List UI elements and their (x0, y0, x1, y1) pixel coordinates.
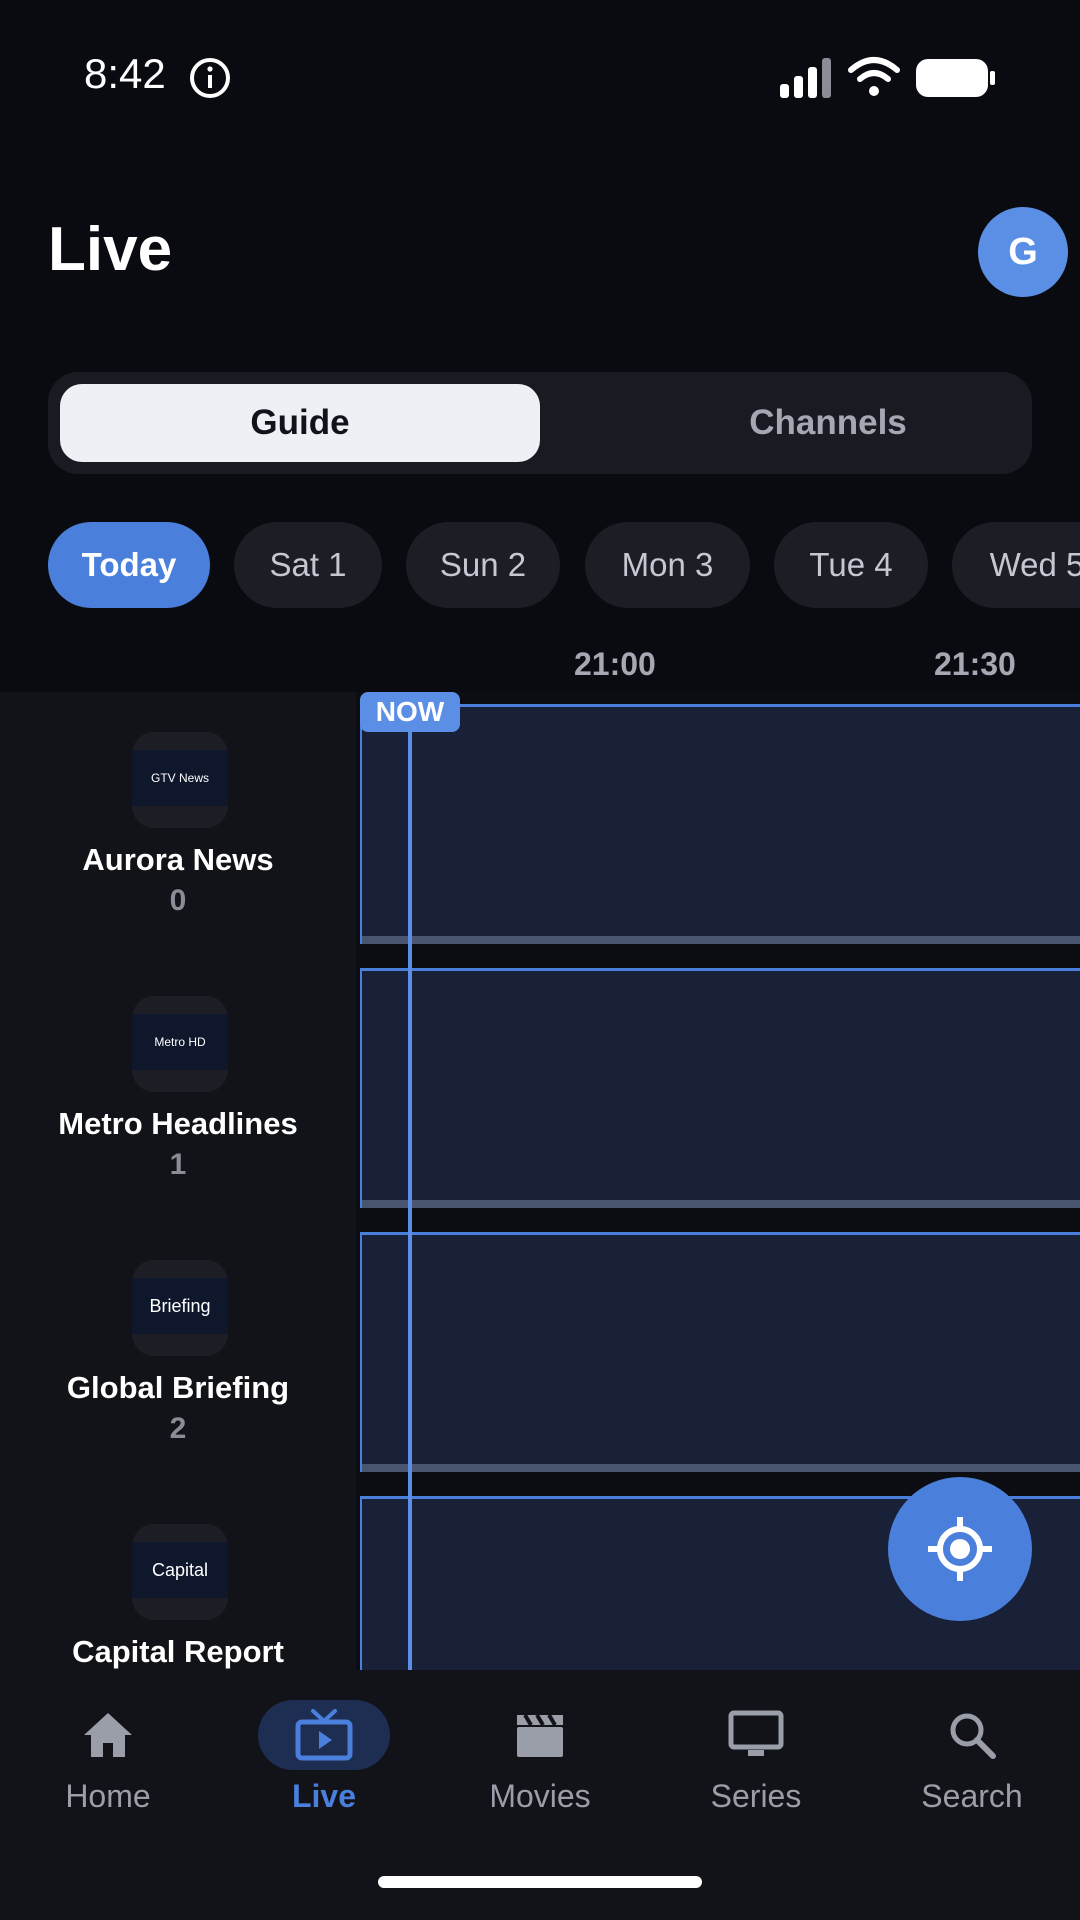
search-icon (950, 1713, 996, 1759)
home-indicator[interactable] (378, 1876, 702, 1888)
nav-search[interactable]: Search (872, 1670, 1072, 1814)
date-chip-mon[interactable]: Mon 3 (585, 522, 750, 608)
channel-name: Aurora News (82, 842, 274, 877)
info-icon (190, 58, 230, 98)
date-chip-sun[interactable]: Sun 2 (406, 522, 560, 608)
program-block[interactable] (360, 704, 1080, 944)
locate-now-icon (928, 1517, 992, 1581)
channel-logo: Capital (132, 1524, 228, 1620)
time-label-2130: 21:30 (934, 646, 1016, 682)
jump-to-now-button[interactable] (888, 1477, 1032, 1621)
program-block[interactable] (360, 1232, 1080, 1472)
now-badge: NOW (360, 692, 460, 732)
channel-name: Global Briefing (66, 1370, 290, 1405)
home-icon (84, 1713, 132, 1757)
nav-live[interactable]: Live (224, 1670, 424, 1814)
channel-column: GTV News Aurora News 0 Metro HD Metro He… (0, 692, 356, 1670)
clapperboard-icon (517, 1713, 563, 1757)
channel-number: 0 (169, 884, 187, 917)
page-title: Live (48, 215, 173, 284)
nav-series[interactable]: Series (656, 1670, 856, 1814)
channel-number: 2 (169, 1412, 187, 1445)
date-chip-sat[interactable]: Sat 1 (234, 522, 382, 608)
status-bar: 8:42 (0, 0, 1080, 150)
now-indicator-line (408, 728, 412, 1670)
channel-logo: Metro HD (132, 996, 228, 1092)
date-selector: Today Sat 1 Sun 2 Mon 3 Tue 4 Wed 5 (0, 522, 1080, 608)
channel-row[interactable]: Capital Capital Report 3 (0, 1484, 356, 1670)
channel-row[interactable]: Metro HD Metro Headlines 1 (0, 956, 356, 1220)
tab-channels[interactable]: Channels (588, 384, 1068, 462)
date-chip-today[interactable]: Today (48, 522, 210, 608)
channel-number: 1 (169, 1148, 187, 1181)
monitor-icon (728, 1710, 784, 1756)
battery-icon (916, 59, 995, 97)
channel-name: Metro Headlines (58, 1106, 298, 1141)
channel-name: Capital Report (72, 1634, 284, 1669)
channel-row[interactable]: Briefing Global Briefing 2 (0, 1220, 356, 1484)
time-label-2100: 21:00 (574, 646, 656, 682)
channel-row[interactable]: GTV News Aurora News 0 (0, 692, 356, 956)
date-chip-wed[interactable]: Wed 5 (952, 522, 1080, 608)
tab-guide[interactable]: Guide (60, 384, 540, 462)
channel-logo: GTV News (132, 732, 228, 828)
status-time: 8:42 (84, 50, 166, 97)
program-block[interactable] (360, 968, 1080, 1208)
avatar[interactable]: G (978, 207, 1068, 297)
signal-icon (780, 58, 831, 98)
view-toggle: Guide Channels (48, 372, 1032, 474)
date-chip-tue[interactable]: Tue 4 (774, 522, 928, 608)
nav-movies[interactable]: Movies (440, 1670, 640, 1814)
channel-logo: Briefing (132, 1260, 228, 1356)
wifi-icon (848, 57, 900, 96)
nav-home[interactable]: Home (8, 1670, 208, 1814)
live-tv-icon (295, 1709, 353, 1761)
